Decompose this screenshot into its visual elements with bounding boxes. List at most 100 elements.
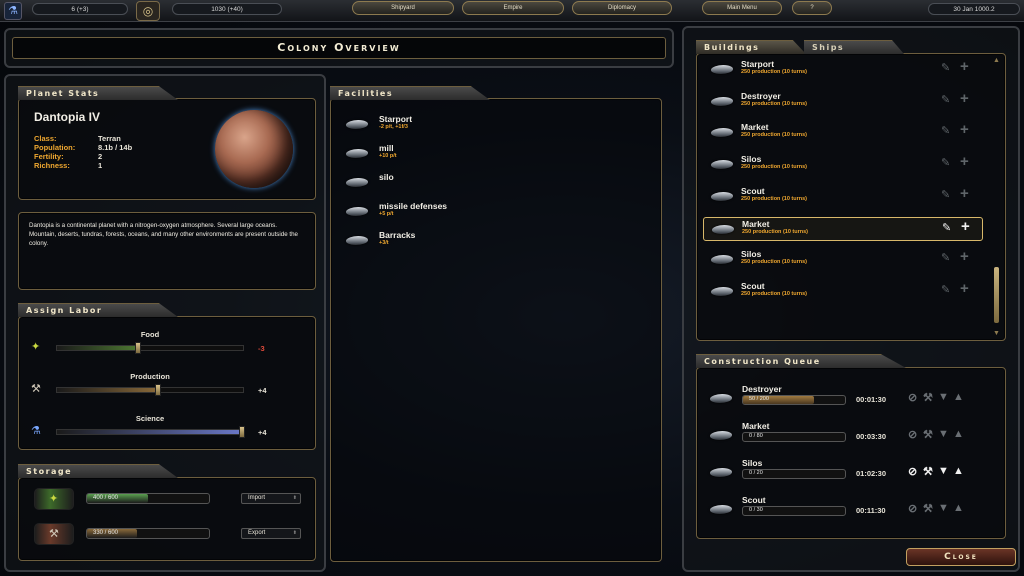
building-ship-icon bbox=[709, 255, 735, 265]
close-button[interactable]: Close bbox=[906, 548, 1016, 566]
cancel-icon[interactable]: ⊘ bbox=[908, 465, 917, 478]
colonist-icon: ⚗ bbox=[4, 2, 22, 20]
labor-slider-fill bbox=[57, 346, 139, 350]
labor-slider-fill bbox=[57, 388, 160, 392]
planet-stats-list: Class: Terran Population: 8.1b / 14b Ferti… bbox=[34, 134, 174, 170]
storage-action-label: Export bbox=[248, 530, 266, 536]
shipyard-button[interactable]: Shipyard bbox=[352, 1, 454, 15]
building-name: Market bbox=[742, 218, 770, 229]
building-item[interactable]: Silos 250 production (10 turns) ✎ + bbox=[703, 248, 983, 272]
cancel-icon[interactable]: ⊘ bbox=[908, 502, 917, 515]
edit-icon[interactable]: ✎ bbox=[941, 251, 950, 264]
add-icon[interactable]: + bbox=[961, 218, 970, 235]
queue-progress-text: 0 / 30 bbox=[749, 507, 763, 513]
spinner-icon[interactable]: ⬍ bbox=[293, 529, 297, 538]
labor-slider[interactable] bbox=[56, 384, 244, 396]
move-down-icon[interactable]: ▼ bbox=[938, 391, 949, 403]
demolish-icon[interactable]: ⚒ bbox=[923, 502, 933, 515]
labor-slider[interactable] bbox=[56, 426, 245, 438]
move-up-icon[interactable]: ▲ bbox=[953, 502, 964, 514]
stat-label: Population: bbox=[34, 143, 76, 152]
move-down-icon[interactable]: ▼ bbox=[938, 502, 949, 514]
diplomacy-button[interactable]: Diplomacy bbox=[572, 1, 672, 15]
queue-time: 00:11:30 bbox=[856, 506, 886, 515]
building-ship-icon bbox=[710, 224, 736, 234]
construction-queue-heading: Construction Queue bbox=[696, 354, 906, 368]
labor-label: Food bbox=[140, 330, 160, 339]
edit-icon[interactable]: ✎ bbox=[941, 93, 950, 106]
storage-value: 330 / 600 bbox=[93, 530, 119, 536]
cancel-icon[interactable]: ⊘ bbox=[908, 391, 917, 404]
building-item[interactable]: Market 250 production (10 turns) ✎ + bbox=[703, 121, 983, 145]
storage-action-button[interactable]: Import ⬍ bbox=[241, 493, 301, 504]
stat-value: 1 bbox=[98, 161, 103, 170]
hammer-icon: ⚒ bbox=[31, 383, 41, 395]
scroll-down-icon[interactable]: ▼ bbox=[993, 330, 1000, 337]
building-item[interactable]: Scout 250 production (10 turns) ✎ + bbox=[703, 185, 983, 209]
move-down-icon[interactable]: ▼ bbox=[938, 465, 949, 477]
add-icon[interactable]: + bbox=[960, 121, 969, 138]
building-cost: 250 production (10 turns) bbox=[741, 69, 808, 75]
labor-slider-handle[interactable] bbox=[239, 426, 245, 438]
demolish-icon[interactable]: ⚒ bbox=[923, 391, 933, 404]
tab-ships[interactable]: Ships bbox=[804, 40, 904, 54]
move-up-icon[interactable]: ▲ bbox=[953, 428, 964, 440]
building-name: Destroyer bbox=[741, 90, 781, 101]
add-icon[interactable]: + bbox=[960, 185, 969, 202]
assign-labor-heading: Assign Labor bbox=[18, 303, 178, 317]
main-menu-button[interactable]: Main Menu bbox=[702, 1, 782, 15]
edit-icon[interactable]: ✎ bbox=[941, 188, 950, 201]
cancel-icon[interactable]: ⊘ bbox=[908, 428, 917, 441]
queue-progress-bar: 50 / 200 bbox=[742, 395, 846, 405]
facility-name: missile defenses bbox=[379, 201, 448, 211]
edit-icon[interactable]: ✎ bbox=[941, 156, 950, 169]
stat-row: Richness: 1 bbox=[34, 161, 174, 170]
stat-value: Terran bbox=[98, 134, 121, 143]
move-down-icon[interactable]: ▼ bbox=[938, 428, 949, 440]
scroll-up-icon[interactable]: ▲ bbox=[993, 57, 1000, 64]
facility-name: Barracks bbox=[379, 230, 416, 240]
add-icon[interactable]: + bbox=[960, 280, 969, 297]
queue-item-name: Destroyer bbox=[742, 384, 782, 394]
stat-label: Class: bbox=[34, 134, 57, 143]
edit-icon[interactable]: ✎ bbox=[942, 221, 951, 234]
building-item[interactable]: Market 250 production (10 turns) ✎ + bbox=[703, 216, 983, 241]
edit-icon[interactable]: ✎ bbox=[941, 124, 950, 137]
demolish-icon[interactable]: ⚒ bbox=[923, 465, 933, 478]
scroll-thumb[interactable] bbox=[994, 267, 999, 323]
move-up-icon[interactable]: ▲ bbox=[953, 465, 964, 477]
add-icon[interactable]: + bbox=[960, 90, 969, 107]
edit-icon[interactable]: ✎ bbox=[941, 61, 950, 74]
labor-delta: -3 bbox=[258, 344, 265, 353]
building-item[interactable]: Destroyer 250 production (10 turns) ✎ + bbox=[703, 90, 983, 114]
building-item[interactable]: Scout 250 production (10 turns) ✎ + bbox=[703, 280, 983, 304]
building-item[interactable]: Starport 250 production (10 turns) ✎ + bbox=[703, 58, 983, 82]
queue-progress-text: 0 / 20 bbox=[749, 470, 763, 476]
storage-bar: 330 / 600 bbox=[86, 528, 210, 539]
labor-label: Production bbox=[130, 372, 170, 381]
empire-button[interactable]: Empire bbox=[462, 1, 564, 15]
labor-slider[interactable] bbox=[56, 342, 244, 354]
labor-slider-handle[interactable] bbox=[134, 342, 141, 354]
tab-buildings[interactable]: Buildings bbox=[696, 40, 806, 54]
facility-effect: -2 p/t, +1f/3 bbox=[379, 124, 408, 130]
help-button[interactable]: ? bbox=[792, 1, 832, 15]
edit-icon[interactable]: ✎ bbox=[941, 283, 950, 296]
spinner-icon[interactable]: ⬍ bbox=[293, 494, 297, 503]
queue-progress-text: 50 / 200 bbox=[749, 396, 769, 402]
move-up-icon[interactable]: ▲ bbox=[953, 391, 964, 403]
facility-name: Starport bbox=[379, 114, 413, 124]
canister-symbol: ⚒ bbox=[49, 528, 59, 540]
add-icon[interactable]: + bbox=[960, 153, 969, 170]
storage-action-button[interactable]: Export ⬍ bbox=[241, 528, 301, 539]
building-cost: 250 production (10 turns) bbox=[741, 164, 808, 171]
demolish-icon[interactable]: ⚒ bbox=[923, 428, 933, 441]
buildings-scrollbar[interactable]: ▲ ▼ bbox=[992, 57, 1000, 337]
labor-slider-handle[interactable] bbox=[155, 384, 162, 396]
building-item[interactable]: Silos 250 production (10 turns) ✎ + bbox=[703, 153, 983, 177]
add-icon[interactable]: + bbox=[960, 248, 969, 265]
add-icon[interactable]: + bbox=[960, 58, 969, 75]
credits-icon: ◎ bbox=[136, 1, 160, 21]
building-cost: 250 production (10 turns) bbox=[741, 259, 808, 266]
facilities-panel bbox=[330, 98, 662, 562]
